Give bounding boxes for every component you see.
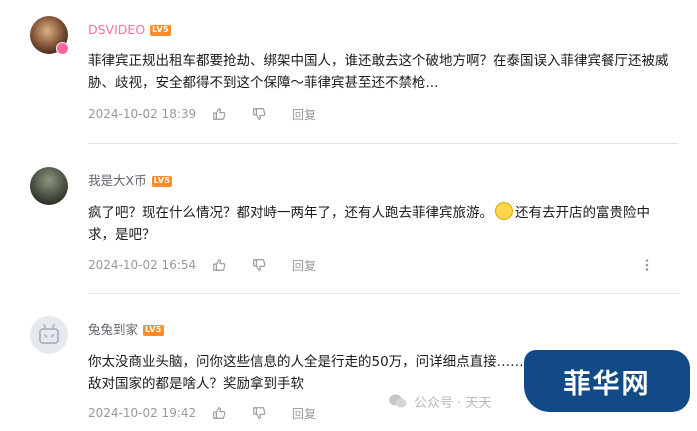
avatar-badge bbox=[56, 42, 69, 55]
brand-text: 菲华网 bbox=[563, 368, 651, 400]
level-badge: LV5 bbox=[150, 25, 171, 36]
like-button[interactable] bbox=[212, 258, 226, 272]
comment-meta: 2024-10-02 18:39 回复 bbox=[88, 106, 316, 122]
more-icon[interactable] bbox=[640, 258, 654, 272]
level-badge: LV5 bbox=[151, 176, 173, 187]
like-button[interactable] bbox=[212, 107, 226, 121]
dislike-button[interactable] bbox=[252, 258, 266, 272]
dislike-button[interactable] bbox=[252, 406, 266, 420]
username[interactable]: DSVIDEO LV5 bbox=[88, 22, 171, 38]
like-button[interactable] bbox=[212, 406, 226, 420]
divider bbox=[88, 143, 678, 144]
wechat-watermark: 公众号 · 天天 bbox=[388, 390, 492, 412]
default-avatar-icon bbox=[39, 324, 59, 344]
brand-logo: 菲华网 bbox=[524, 350, 690, 412]
dislike-icon[interactable] bbox=[252, 107, 266, 121]
username-text[interactable]: DSVIDEO bbox=[88, 22, 145, 37]
comment-time: 2024-10-02 16:54 bbox=[88, 258, 197, 272]
avatar[interactable] bbox=[30, 167, 68, 205]
comment-text: 疯了吧？现在什么情况？都对峙一两年了，还有人跑去菲律宾旅游。 还有去开店的富贵险中… bbox=[88, 202, 673, 246]
dislike-icon[interactable] bbox=[252, 258, 266, 272]
reply-button[interactable]: 回复 bbox=[292, 257, 316, 274]
username-text[interactable]: 我是大X币 bbox=[88, 173, 147, 188]
comment-meta: 2024-10-02 16:54 回复 bbox=[88, 257, 316, 273]
comment-time: 2024-10-02 19:42 bbox=[88, 406, 197, 420]
reply-button[interactable]: 回复 bbox=[292, 106, 316, 123]
comment-meta: 2024-10-02 19:42 回复 bbox=[88, 405, 316, 421]
level-badge: LV5 bbox=[143, 325, 164, 336]
comment-text-part: 疯了吧？现在什么情况？都对峙一两年了，还有人跑去菲律宾旅游。 bbox=[88, 205, 493, 221]
like-icon[interactable] bbox=[212, 406, 226, 420]
divider bbox=[88, 293, 678, 294]
dislike-icon[interactable] bbox=[252, 406, 266, 420]
reply-button[interactable]: 回复 bbox=[292, 405, 316, 422]
like-icon[interactable] bbox=[212, 107, 226, 121]
wechat-icon bbox=[389, 394, 407, 408]
username[interactable]: 兔兔到家 LV5 bbox=[88, 322, 164, 338]
like-icon[interactable] bbox=[212, 258, 226, 272]
emoji-icon bbox=[495, 202, 513, 220]
comment-time: 2024-10-02 18:39 bbox=[88, 107, 197, 121]
avatar[interactable] bbox=[30, 316, 68, 354]
username-text[interactable]: 兔兔到家 bbox=[88, 322, 138, 337]
username[interactable]: 我是大X币 LV5 bbox=[88, 173, 173, 189]
comment-text: 你太没商业头脑，问你这些信息的人全是行走的50万，问详细点直接……敌对国家的都是… bbox=[88, 354, 524, 392]
watermark-text: 公众号 · 天天 bbox=[414, 395, 492, 411]
comment-text: 菲律宾正规出租车都要抢劫、绑架中国人，谁还敢去这个破地方啊？在泰国误入菲律宾餐厅… bbox=[88, 53, 669, 91]
dislike-button[interactable] bbox=[252, 107, 266, 121]
